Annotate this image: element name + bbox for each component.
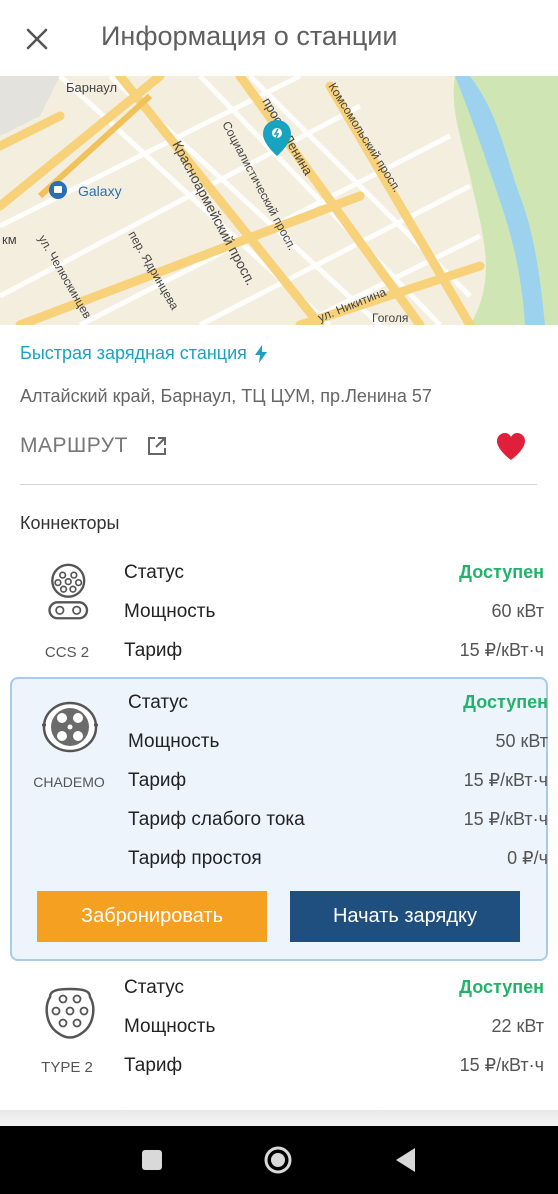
power-value: 22 кВт bbox=[491, 1016, 544, 1036]
chademo-connector-icon bbox=[42, 701, 98, 753]
connector-name: TYPE 2 bbox=[41, 1059, 93, 1076]
station-type-label: Быстрая зарядная станция bbox=[20, 343, 247, 363]
status-row: Статус Доступен bbox=[128, 692, 548, 720]
row-label: Мощность bbox=[124, 1016, 216, 1037]
external-link-icon bbox=[147, 437, 166, 455]
connector-chademo[interactable]: CHADEMO Статус Доступен Мощность 50 кВт … bbox=[10, 677, 548, 961]
low-current-tariff-row: Тариф слабого тока 15 ₽/кВт·ч bbox=[128, 809, 548, 837]
row-label: Мощность bbox=[124, 601, 216, 622]
map-label-gogolya: Гоголя bbox=[372, 311, 408, 325]
connector-name: CHADEMO bbox=[33, 774, 105, 790]
power-row: Мощность 22 кВт bbox=[124, 1016, 544, 1044]
row-label: Мощность bbox=[128, 731, 220, 752]
map-label-city: Барнаул bbox=[66, 80, 117, 95]
lightning-icon bbox=[254, 344, 267, 363]
row-label: Тариф bbox=[124, 640, 183, 661]
row-label: Тариф bbox=[124, 1055, 183, 1076]
bottom-shadow bbox=[0, 1110, 558, 1126]
route-label: МАРШРУТ bbox=[20, 434, 128, 457]
row-label: Тариф слабого тока bbox=[128, 809, 305, 830]
low-current-tariff-value: 15 ₽/кВт·ч bbox=[463, 809, 548, 829]
recents-icon[interactable] bbox=[140, 1148, 164, 1172]
connector-type2[interactable]: TYPE 2 Статус Доступен Мощность 22 кВт Т… bbox=[12, 971, 546, 1083]
power-row: Мощность 50 кВт bbox=[128, 731, 548, 759]
map-label-galaxy: Galaxy bbox=[78, 183, 122, 199]
status-value: Доступен bbox=[459, 562, 544, 582]
idle-tariff-row: Тариф простоя 0 ₽/ч bbox=[128, 848, 548, 876]
favorite-heart-icon[interactable] bbox=[494, 430, 528, 464]
divider bbox=[20, 484, 537, 485]
station-type: Быстрая зарядная станция bbox=[20, 343, 267, 364]
tariff-value: 15 ₽/кВт·ч bbox=[463, 770, 548, 790]
status-row: Статус Доступен bbox=[124, 562, 544, 590]
power-value: 60 кВт bbox=[491, 601, 544, 621]
connector-name: CCS 2 bbox=[44, 644, 90, 661]
tariff-row: Тариф 15 ₽/кВт·ч bbox=[128, 770, 548, 798]
connectors-title: Коннекторы bbox=[20, 513, 120, 533]
system-navigation-bar bbox=[0, 1126, 558, 1194]
reserve-button[interactable]: Забронировать bbox=[37, 891, 267, 942]
power-value: 50 кВт bbox=[495, 731, 548, 751]
row-label: Статус bbox=[128, 692, 189, 713]
home-icon[interactable] bbox=[263, 1145, 293, 1175]
tariff-row: Тариф 15 ₽/кВт·ч bbox=[124, 640, 544, 668]
map-canvas: Барнаул Galaxy км Красноармейский просп.… bbox=[0, 76, 558, 325]
close-icon[interactable] bbox=[18, 20, 56, 58]
row-label: Тариф простоя bbox=[128, 848, 262, 869]
connector-ccs2[interactable]: CCS 2 Статус Доступен Мощность 60 кВт Та… bbox=[12, 556, 546, 668]
idle-tariff-value: 0 ₽/ч bbox=[507, 848, 548, 868]
status-row: Статус Доступен bbox=[124, 977, 544, 1005]
page-title: Информация о станции bbox=[101, 21, 398, 51]
station-address: Алтайский край, Барнаул, ТЦ ЦУМ, пр.Лени… bbox=[20, 386, 432, 406]
tariff-value: 15 ₽/кВт·ч bbox=[459, 1055, 544, 1075]
map-label-km: км bbox=[2, 232, 17, 247]
row-label: Статус bbox=[124, 562, 185, 583]
tariff-value: 15 ₽/кВт·ч bbox=[459, 640, 544, 660]
start-charging-button[interactable]: Начать зарядку bbox=[290, 891, 520, 942]
status-value: Доступен bbox=[463, 692, 548, 712]
back-icon[interactable] bbox=[393, 1146, 419, 1174]
status-value: Доступен bbox=[459, 977, 544, 997]
row-label: Тариф bbox=[128, 770, 187, 791]
app-header: Информация о станции bbox=[0, 0, 558, 76]
power-row: Мощность 60 кВт bbox=[124, 601, 544, 629]
route-link[interactable]: МАРШРУТ bbox=[20, 434, 168, 458]
type2-connector-icon bbox=[45, 987, 95, 1039]
station-map[interactable]: Барнаул Galaxy км Красноармейский просп.… bbox=[0, 76, 558, 325]
tariff-row: Тариф 15 ₽/кВт·ч bbox=[124, 1055, 544, 1083]
ccs2-connector-icon bbox=[48, 563, 89, 620]
row-label: Статус bbox=[124, 977, 185, 998]
